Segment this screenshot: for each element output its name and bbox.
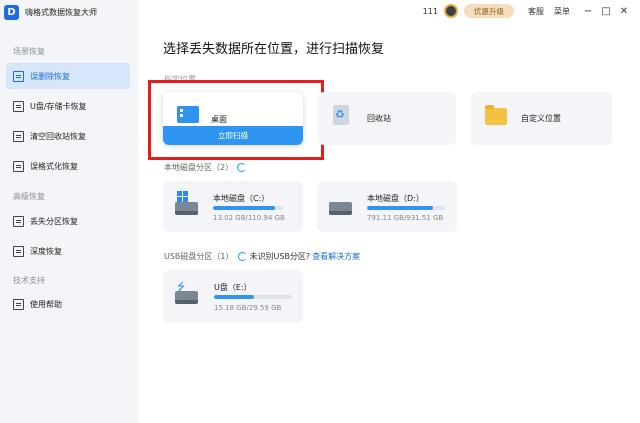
- app-logo-icon: D: [4, 4, 19, 20]
- disk-usage-fill: [213, 206, 275, 210]
- disk-usage-fill: [367, 206, 434, 210]
- nav-item-label: 误格式化恢复: [30, 161, 78, 171]
- usb-notice-text: 未识别USB分区?: [249, 252, 311, 261]
- trash-icon: [13, 130, 24, 142]
- nav-item-label: 深度恢复: [30, 246, 62, 256]
- section-label-support: 技术支持: [13, 276, 45, 285]
- group-label-text: 本地磁盘分区（2）: [164, 163, 234, 172]
- hard-disk-icon: [175, 202, 198, 215]
- nav-item-label: 误删除恢复: [30, 71, 70, 81]
- nav-item-label: 清空回收站恢复: [30, 131, 86, 141]
- view-solution-link[interactable]: 查看解决方案: [312, 251, 360, 262]
- page-title: 选择丢失数据所在位置，进行扫描恢复: [163, 42, 385, 57]
- nav-item-format-recovery[interactable]: 误格式化恢复: [6, 153, 130, 179]
- folder-search-icon: [485, 105, 507, 125]
- disk-usage-bar: [367, 206, 445, 210]
- disk-card-d[interactable]: 本地磁盘（D:） 791.11 GB/931.51 GB: [317, 181, 457, 232]
- app-header: D 嗨格式数据恢复大师: [4, 3, 97, 21]
- close-button[interactable]: ✕: [616, 6, 632, 17]
- location-label: 回收站: [367, 114, 391, 123]
- usb-drive-icon: [175, 291, 198, 304]
- nav-item-label: 使用帮助: [30, 299, 62, 309]
- highlight-frame: [148, 80, 324, 160]
- format-icon: [13, 160, 24, 172]
- title-bar: 111 优惠升级 客服 菜单 − □ ✕: [423, 0, 640, 22]
- nav-item-usb-card-recovery[interactable]: U盘/存储卡恢复: [6, 93, 130, 119]
- disk-usage-text: 15.18 GB/29.59 GB: [214, 304, 282, 312]
- vip-medal-icon[interactable]: [444, 4, 458, 18]
- usb-disk-group-label: USB磁盘分区（1） 未识别USB分区? 查看解决方案: [164, 251, 360, 262]
- disk-usage-text: 13.02 GB/110.94 GB: [213, 214, 285, 222]
- disk-name: 本地磁盘（D:）: [367, 194, 424, 203]
- refresh-icon[interactable]: [237, 163, 247, 172]
- nav-item-help[interactable]: 使用帮助: [6, 291, 130, 317]
- recycle-bin-icon: [333, 105, 349, 125]
- deep-scan-icon: [13, 245, 24, 257]
- section-label-scene: 场景恢复: [13, 47, 45, 56]
- disk-name: 本地磁盘（C:）: [213, 194, 270, 203]
- main-panel: 111 优惠升级 客服 菜单 − □ ✕ 选择丢失数据所在位置，进行扫描恢复 指…: [138, 0, 640, 423]
- coin-count: 111: [422, 6, 438, 16]
- usb-drive-icon: [13, 100, 24, 112]
- disk-card-e[interactable]: ⭍ U盘（E:） 15.18 GB/29.59 GB: [163, 270, 303, 323]
- nav-item-label: U盘/存储卡恢复: [30, 101, 87, 111]
- help-icon: [13, 298, 24, 310]
- menu-button[interactable]: 菜单: [554, 6, 570, 17]
- location-label: 自定义位置: [521, 114, 561, 123]
- upgrade-button[interactable]: 优惠升级: [464, 4, 514, 18]
- partition-icon: [13, 215, 24, 227]
- disk-usage-fill: [214, 295, 254, 299]
- maximize-button[interactable]: □: [598, 6, 614, 17]
- disk-card-c[interactable]: 本地磁盘（C:） 13.02 GB/110.94 GB: [163, 181, 303, 232]
- customer-service-button[interactable]: 客服: [528, 6, 544, 17]
- minimize-button[interactable]: −: [580, 6, 596, 17]
- nav-item-label: 丢失分区恢复: [30, 216, 78, 226]
- nav-item-deleted-recovery[interactable]: 误删除恢复: [6, 63, 130, 89]
- disk-usage-bar: [214, 295, 292, 299]
- app-title: 嗨格式数据恢复大师: [25, 7, 97, 17]
- nav-item-lost-partition-recovery[interactable]: 丢失分区恢复: [6, 208, 130, 234]
- local-disk-group-label: 本地磁盘分区（2）: [164, 162, 247, 173]
- section-label-advanced: 高级恢复: [13, 192, 45, 201]
- document-icon: [13, 70, 24, 82]
- refresh-icon[interactable]: [237, 252, 247, 261]
- nav-item-deep-recovery[interactable]: 深度恢复: [6, 238, 130, 264]
- sidebar: D 嗨格式数据恢复大师 场景恢复 误删除恢复 U盘/存储卡恢复 清空回收站恢复 …: [0, 0, 138, 423]
- group-label-text: USB磁盘分区（1）: [164, 252, 234, 261]
- location-card-custom[interactable]: 自定义位置: [471, 92, 612, 145]
- hard-disk-icon: [329, 202, 352, 215]
- disk-usage-bar: [213, 206, 283, 210]
- nav-item-recycle-bin-recovery[interactable]: 清空回收站恢复: [6, 123, 130, 149]
- disk-name: U盘（E:）: [214, 283, 252, 292]
- windows-icon: [177, 191, 188, 202]
- disk-usage-text: 791.11 GB/931.51 GB: [367, 214, 444, 222]
- location-card-recycle-bin[interactable]: 回收站: [318, 92, 456, 145]
